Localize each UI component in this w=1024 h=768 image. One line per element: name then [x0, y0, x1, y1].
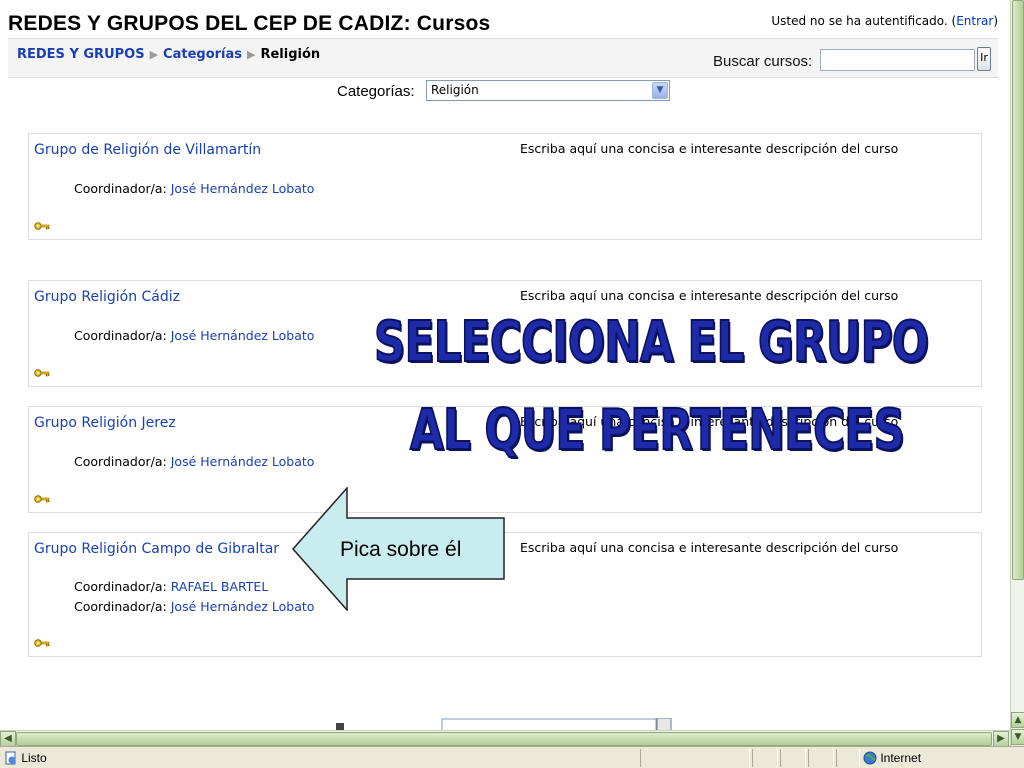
breadcrumb: REDES Y GRUPOS ▶ Categorías ▶ Religión [17, 47, 320, 62]
search-label: Buscar cursos: [713, 53, 813, 70]
login-text: Usted no se ha autentificado. ( [771, 14, 957, 28]
login-link[interactable]: Entrar [956, 14, 993, 28]
course-box: Grupo Religión Campo de Gibraltar Escrib… [28, 532, 982, 657]
course-box: Grupo de Religión de Villamartín Escriba… [28, 133, 982, 240]
status-text: Listo [21, 751, 47, 765]
key-icon[interactable] [34, 221, 50, 231]
category-label: Categorías: [337, 83, 415, 100]
coordinator: Coordinador/a: José Hernández Lobato [74, 181, 314, 196]
coordinator-link[interactable]: José Hernández Lobato [171, 328, 315, 343]
login-close: ) [993, 14, 998, 28]
breadcrumb-current: Religión [260, 47, 321, 62]
coordinator: Coordinador/a: RAFAEL BARTEL [74, 579, 268, 594]
vertical-scroll-thumb[interactable] [1012, 0, 1024, 580]
coordinator-link[interactable]: RAFAEL BARTEL [171, 579, 269, 594]
horizontal-scrollbar[interactable]: ◀ ▶ [0, 730, 1010, 747]
status-segment [780, 749, 806, 767]
callout-text: Pica sobre él [340, 538, 462, 561]
coordinator: Coordinador/a: José Hernández Lobato [74, 454, 314, 469]
coordinator-label: Coordinador/a: [74, 328, 167, 343]
scroll-up-icon[interactable]: ▲ [1011, 712, 1024, 728]
course-summary: Escriba aquí una concisa e interesante d… [520, 540, 899, 555]
navbar: REDES Y GRUPOS ▶ Categorías ▶ Religión Busca… [8, 38, 998, 78]
breadcrumb-home[interactable]: REDES Y GRUPOS [17, 47, 145, 62]
page-title: REDES Y GRUPOS DEL CEP DE CADIZ: Cursos [8, 12, 491, 35]
page-icon [5, 751, 16, 765]
horizontal-scroll-thumb[interactable] [16, 732, 992, 746]
scroll-left-icon[interactable]: ◀ [0, 731, 16, 747]
breadcrumb-separator-icon: ▶ [149, 48, 159, 61]
coordinator-label: Coordinador/a: [74, 181, 167, 196]
key-icon[interactable] [34, 368, 50, 378]
course-link[interactable]: Grupo de Religión de Villamartín [34, 142, 261, 158]
status-left: Listo [4, 751, 47, 765]
course-link[interactable]: Grupo Religión Campo de Gibraltar [34, 541, 279, 557]
chevron-down-icon[interactable]: ▼ [652, 82, 668, 99]
coordinator-label: Coordinador/a: [74, 454, 167, 469]
vertical-scrollbar[interactable]: ▲ ▼ [1010, 0, 1024, 746]
course-summary: Escriba aquí una concisa e interesante d… [520, 288, 899, 303]
login-info: Usted no se ha autentificado. (Entrar) [771, 14, 998, 28]
coordinator-label: Coordinador/a: [74, 579, 167, 594]
status-segment [752, 749, 778, 767]
scroll-down-icon[interactable]: ▼ [1011, 729, 1024, 745]
course-link[interactable]: Grupo Religión Jerez [34, 415, 176, 431]
category-select[interactable]: Religión ▼ [426, 80, 670, 101]
search-input[interactable] [820, 49, 975, 71]
coordinator: Coordinador/a: José Hernández Lobato [74, 328, 314, 343]
globe-icon [863, 751, 877, 765]
status-bar: Listo Internet [0, 746, 1024, 768]
scroll-right-icon[interactable]: ▶ [993, 731, 1009, 747]
search-button[interactable]: Ir [977, 47, 991, 71]
course-link[interactable]: Grupo Religión Cádiz [34, 289, 180, 305]
overlay-text-line2: AL QUE PERTENECES [409, 398, 905, 463]
status-zone: Internet [863, 751, 921, 765]
coordinator: Coordinador/a: José Hernández Lobato [74, 599, 314, 614]
coordinator-label: Coordinador/a: [74, 599, 167, 614]
key-icon[interactable] [34, 638, 50, 648]
status-segment [836, 749, 860, 767]
status-zone-text: Internet [880, 751, 922, 765]
category-selected: Religión [431, 83, 479, 97]
overlay-text-line1: SELECCIONA EL GRUPO [373, 310, 930, 375]
status-segment [640, 749, 750, 767]
breadcrumb-separator-icon: ▶ [247, 48, 256, 61]
coordinator-link[interactable]: José Hernández Lobato [171, 454, 315, 469]
breadcrumb-categories[interactable]: Categorías [163, 47, 242, 62]
coordinator-link[interactable]: José Hernández Lobato [171, 181, 315, 196]
course-summary: Escriba aquí una concisa e interesante d… [520, 141, 899, 156]
key-icon[interactable] [34, 494, 50, 504]
status-segment [808, 749, 834, 767]
